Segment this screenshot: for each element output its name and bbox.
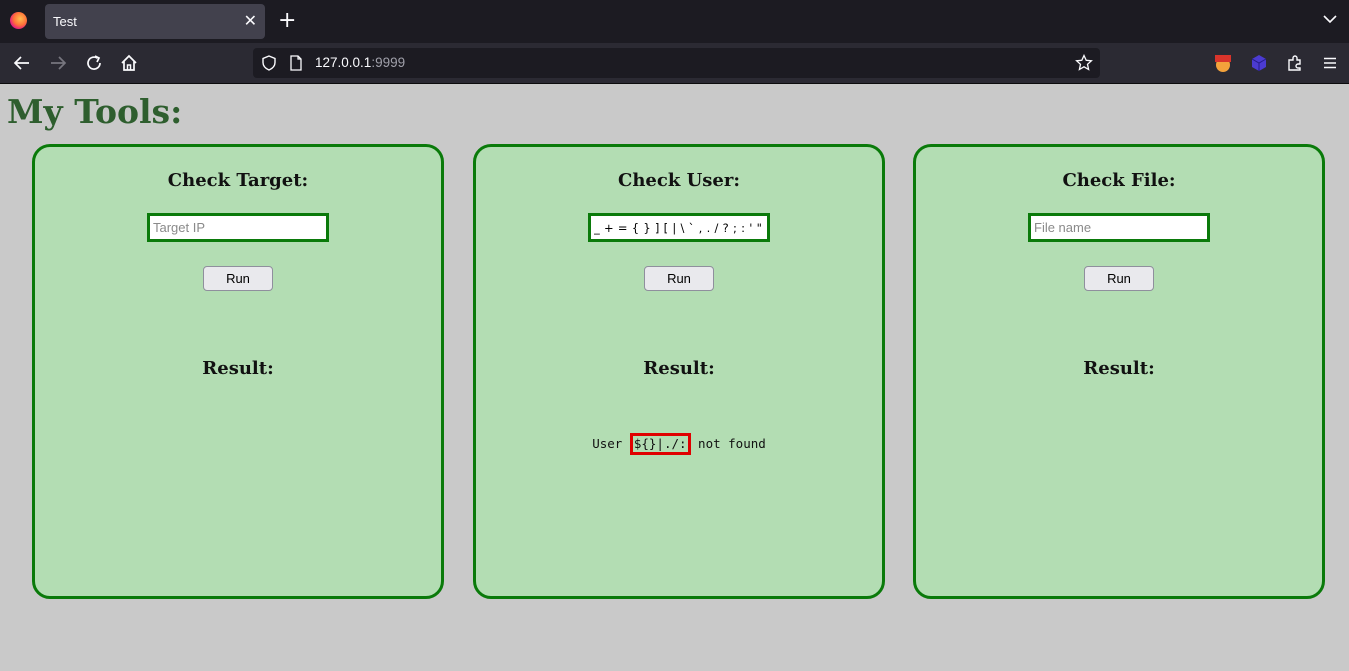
target-ip-input[interactable] (147, 213, 329, 242)
bookmark-star-icon[interactable] (1075, 54, 1093, 72)
check-file-result-heading: Result: (1083, 358, 1155, 379)
url-bar[interactable]: 127.0.0.1:9999 (253, 48, 1100, 78)
browser-tab-bar: Test ✕ + (0, 0, 1349, 43)
check-target-run-button[interactable]: Run (203, 266, 273, 291)
url-host: 127.0.0.1 (315, 55, 372, 70)
result-highlighted-username: ${}|./: (629, 433, 691, 455)
tab-list-chevron-down-icon[interactable] (1323, 12, 1337, 26)
check-file-heading: Check File: (1062, 170, 1176, 191)
file-name-input[interactable] (1028, 213, 1210, 242)
result-suffix: not found (690, 436, 766, 451)
back-arrow-icon[interactable] (12, 53, 32, 73)
reload-icon[interactable] (84, 53, 104, 73)
new-tab-icon[interactable]: + (278, 9, 296, 33)
result-prefix: User (592, 436, 630, 451)
check-target-heading: Check Target: (167, 170, 309, 191)
check-file-panel: Check File: Run Result: (913, 144, 1325, 599)
url-text[interactable]: 127.0.0.1:9999 (315, 55, 405, 70)
check-file-run-button[interactable]: Run (1084, 266, 1154, 291)
browser-nav-bar: 127.0.0.1:9999 (0, 43, 1349, 84)
tab-close-icon[interactable]: ✕ (244, 11, 257, 31)
firefox-logo-icon[interactable] (10, 12, 27, 29)
username-input[interactable] (588, 213, 770, 242)
check-user-result-heading: Result: (643, 358, 715, 379)
forward-arrow-icon[interactable] (48, 53, 68, 73)
extensions-puzzle-icon[interactable] (1285, 53, 1305, 73)
home-icon[interactable] (119, 53, 139, 73)
check-target-panel: Check Target: Run Result: (32, 144, 444, 599)
check-user-heading: Check User: (618, 170, 740, 191)
check-user-panel: Check User: Run Result: User ${}|./: not… (473, 144, 885, 599)
page-title: My Tools: (7, 92, 183, 131)
check-user-result-text: User ${}|./: not found (476, 433, 882, 455)
check-user-run-button[interactable]: Run (644, 266, 714, 291)
cube-extension-icon[interactable] (1249, 53, 1269, 73)
menu-hamburger-icon[interactable] (1320, 53, 1340, 73)
url-port: :9999 (371, 55, 406, 70)
tab-title: Test (53, 14, 77, 29)
check-target-result-heading: Result: (202, 358, 274, 379)
shield-icon[interactable] (261, 55, 277, 71)
browser-tab[interactable]: Test ✕ (45, 4, 265, 39)
page-info-icon[interactable] (289, 55, 303, 71)
burp-extension-icon[interactable] (1213, 53, 1233, 73)
